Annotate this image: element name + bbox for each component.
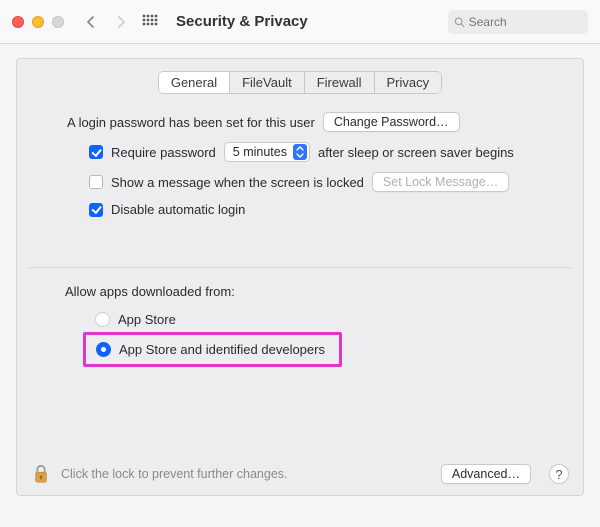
radio-app-store[interactable] bbox=[95, 312, 110, 327]
tab-filevault[interactable]: FileVault bbox=[229, 71, 305, 94]
section-divider bbox=[29, 267, 571, 268]
show-all-button[interactable] bbox=[140, 12, 160, 32]
change-password-button[interactable]: Change Password… bbox=[323, 112, 460, 132]
allow-apps-identified-row[interactable]: App Store and identified developers bbox=[90, 339, 331, 360]
chevron-left-icon bbox=[85, 15, 97, 29]
radio-app-store-label: App Store bbox=[118, 312, 176, 327]
radio-app-store-identified-label: App Store and identified developers bbox=[119, 342, 325, 357]
set-lock-message-button: Set Lock Message… bbox=[372, 172, 509, 192]
require-password-label: Require password bbox=[111, 145, 216, 160]
tab-privacy[interactable]: Privacy bbox=[374, 71, 443, 94]
tab-firewall[interactable]: Firewall bbox=[304, 71, 375, 94]
search-field[interactable] bbox=[448, 10, 588, 34]
disable-auto-login-checkbox[interactable] bbox=[89, 203, 103, 217]
help-button[interactable]: ? bbox=[549, 464, 569, 484]
show-message-checkbox[interactable] bbox=[89, 175, 103, 189]
chevron-right-icon bbox=[115, 15, 127, 29]
allow-apps-app-store-row[interactable]: App Store bbox=[89, 309, 583, 330]
panel-footer: Click the lock to prevent further change… bbox=[17, 452, 583, 496]
require-password-delay-select[interactable]: 5 minutes bbox=[224, 142, 310, 162]
grid-icon bbox=[142, 14, 158, 30]
disable-auto-login-label: Disable automatic login bbox=[111, 202, 245, 217]
updown-icon bbox=[293, 144, 307, 160]
highlight-annotation: App Store and identified developers bbox=[83, 332, 342, 367]
preferences-panel: General FileVault Firewall Privacy A log… bbox=[16, 58, 584, 496]
lock-icon bbox=[32, 464, 50, 484]
minimize-window-button[interactable] bbox=[32, 16, 44, 28]
zoom-window-button bbox=[52, 16, 64, 28]
allow-apps-section: Allow apps downloaded from: App Store Ap… bbox=[17, 284, 583, 367]
window-controls bbox=[12, 16, 64, 28]
login-password-text: A login password has been set for this u… bbox=[67, 115, 315, 130]
lock-button[interactable] bbox=[31, 464, 51, 484]
disable-auto-login-row: Disable automatic login bbox=[41, 202, 559, 217]
tabs: General FileVault Firewall Privacy bbox=[17, 71, 583, 94]
tab-general[interactable]: General bbox=[158, 71, 230, 94]
close-window-button[interactable] bbox=[12, 16, 24, 28]
show-message-label: Show a message when the screen is locked bbox=[111, 175, 364, 190]
require-password-checkbox[interactable] bbox=[89, 145, 103, 159]
search-icon bbox=[454, 16, 465, 28]
require-password-row: Require password 5 minutes after sleep o… bbox=[41, 142, 559, 162]
show-message-row: Show a message when the screen is locked… bbox=[41, 172, 559, 192]
advanced-button[interactable]: Advanced… bbox=[441, 464, 531, 484]
after-sleep-text: after sleep or screen saver begins bbox=[318, 145, 514, 160]
require-password-delay-value: 5 minutes bbox=[233, 145, 287, 159]
page-title: Security & Privacy bbox=[176, 13, 308, 30]
radio-app-store-identified[interactable] bbox=[96, 342, 111, 357]
search-input[interactable] bbox=[469, 15, 582, 29]
allow-apps-header: Allow apps downloaded from: bbox=[65, 284, 583, 299]
back-button[interactable] bbox=[80, 11, 102, 33]
lock-text: Click the lock to prevent further change… bbox=[61, 467, 431, 481]
forward-button bbox=[110, 11, 132, 33]
login-password-row: A login password has been set for this u… bbox=[67, 112, 559, 132]
titlebar: Security & Privacy bbox=[0, 0, 600, 44]
